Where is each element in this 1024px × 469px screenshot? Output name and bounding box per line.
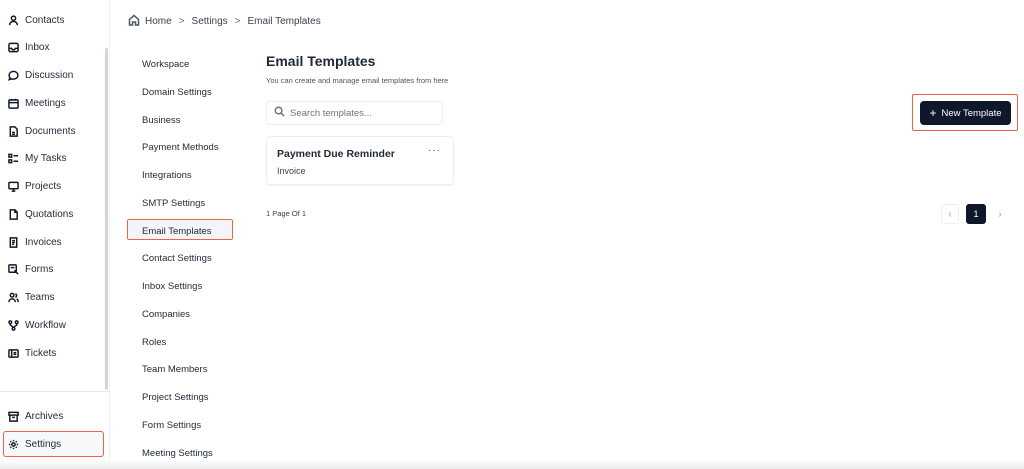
settings-menu-item-project-settings[interactable]: Project Settings (142, 392, 209, 403)
document-icon (8, 125, 19, 137)
nav-item-projects[interactable]: Projects (8, 175, 61, 197)
template-card-title: Payment Due Reminder (277, 148, 395, 160)
nav-label: Workflow (25, 319, 66, 331)
nav-item-archives[interactable]: Archives (8, 405, 63, 427)
template-card[interactable]: Payment Due Reminder Invoice ··· (266, 136, 454, 185)
teams-icon (8, 292, 19, 303)
settings-menu-item-team-members[interactable]: Team Members (142, 364, 207, 375)
nav-divider (0, 391, 110, 392)
page-title: Email Templates (266, 53, 376, 69)
settings-menu-item-smtp-settings[interactable]: SMTP Settings (142, 198, 205, 209)
breadcrumb-current: Email Templates (247, 15, 321, 27)
nav-item-quotations[interactable]: Quotations (8, 203, 73, 225)
home-icon[interactable] (128, 13, 145, 29)
nav-item-discussion[interactable]: Discussion (8, 64, 73, 86)
settings-menu-item-inbox-settings[interactable]: Inbox Settings (142, 281, 202, 292)
nav-label: Archives (25, 410, 64, 422)
more-options-icon[interactable]: ··· (428, 145, 441, 156)
gear-icon (8, 439, 19, 450)
nav-item-workflow[interactable]: Workflow (8, 314, 66, 336)
inbox-icon (8, 42, 19, 53)
template-card-category: Invoice (277, 166, 306, 176)
settings-menu-item-integrations[interactable]: Integrations (142, 170, 192, 181)
nav-item-settings[interactable]: Settings (8, 433, 61, 455)
invoice-icon (8, 236, 19, 248)
pagination-prev-button[interactable]: ‹ (941, 204, 959, 224)
nav-label: Documents (25, 125, 76, 137)
file-icon (8, 208, 19, 220)
settings-menu-item-roles[interactable]: Roles (142, 337, 166, 348)
forms-icon (8, 263, 19, 275)
breadcrumb: Home > Settings > Email Templates (128, 13, 321, 29)
nav-label: Tickets (25, 347, 57, 359)
nav-label: Meetings (25, 97, 66, 109)
settings-menu-item-contact-settings[interactable]: Contact Settings (142, 253, 212, 264)
projects-icon (8, 181, 19, 192)
plus-icon: + (929, 106, 937, 120)
new-template-label: New Template (941, 107, 1002, 119)
settings-menu-item-form-settings[interactable]: Form Settings (142, 420, 201, 431)
breadcrumb-home[interactable]: Home (145, 16, 172, 27)
page-subtitle: You can create and manage email template… (266, 76, 449, 85)
nav-item-inbox[interactable]: Inbox (8, 36, 49, 58)
chevron-right-icon: › (998, 208, 1002, 220)
breadcrumb-separator: > (178, 15, 185, 27)
settings-menu-item-payment-methods[interactable]: Payment Methods (142, 142, 219, 153)
search-input[interactable] (290, 107, 430, 119)
chevron-left-icon: ‹ (948, 208, 952, 220)
workflow-icon (8, 319, 19, 331)
left-nav: Contacts Inbox Discussion Meetings Docum… (0, 0, 110, 469)
calendar-icon (8, 98, 19, 109)
nav-label: Teams (25, 291, 55, 303)
settings-menu-item-email-templates[interactable]: Email Templates (142, 226, 212, 237)
nav-label: Settings (25, 438, 62, 450)
nav-item-invoices[interactable]: Invoices (8, 231, 62, 253)
nav-item-tickets[interactable]: Tickets (8, 342, 56, 364)
search-box[interactable] (266, 101, 443, 125)
settings-menu-item-meeting-settings[interactable]: Meeting Settings (142, 448, 213, 459)
nav-item-meetings[interactable]: Meetings (8, 92, 66, 114)
breadcrumb-separator: > (234, 15, 241, 27)
breadcrumb-settings[interactable]: Settings (192, 16, 228, 27)
new-template-button[interactable]: + New Template (920, 101, 1011, 125)
nav-item-documents[interactable]: Documents (8, 120, 76, 142)
person-icon (8, 14, 19, 26)
nav-item-teams[interactable]: Teams (8, 286, 54, 308)
nav-item-my-tasks[interactable]: My Tasks (8, 147, 67, 169)
nav-label: My Tasks (25, 152, 67, 164)
pagination-info: 1 Page Of 1 (266, 209, 307, 218)
nav-label: Invoices (25, 236, 62, 248)
search-icon (274, 104, 290, 122)
nav-scrollbar[interactable] (105, 48, 108, 390)
ticket-icon (8, 348, 19, 359)
chat-bubble-icon (8, 70, 19, 81)
settings-menu-item-companies[interactable]: Companies (142, 309, 190, 320)
pagination-next-button[interactable]: › (991, 204, 1009, 224)
settings-menu-item-workspace[interactable]: Workspace (142, 59, 189, 70)
nav-item-forms[interactable]: Forms (8, 258, 53, 280)
nav-label: Forms (25, 263, 54, 275)
nav-label: Discussion (25, 69, 74, 81)
tasks-icon (8, 153, 19, 164)
nav-label: Quotations (25, 208, 74, 220)
bottom-edge (0, 459, 1024, 469)
nav-label: Contacts (25, 14, 65, 26)
settings-menu-item-business[interactable]: Business (142, 115, 181, 126)
nav-label: Projects (25, 180, 62, 192)
nav-label: Inbox (25, 41, 50, 53)
archive-icon (8, 411, 19, 422)
pagination-page-button[interactable]: 1 (966, 204, 986, 224)
settings-menu-item-domain-settings[interactable]: Domain Settings (142, 87, 212, 98)
nav-item-contacts[interactable]: Contacts (8, 9, 64, 31)
